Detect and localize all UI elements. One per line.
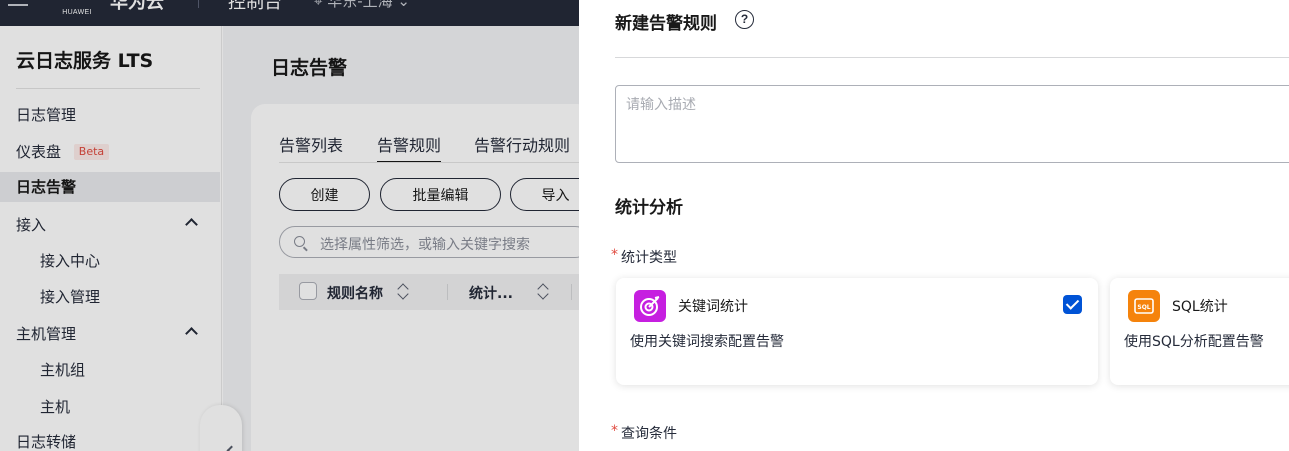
target-icon — [634, 290, 666, 322]
section-title-statistics: 统计分析 — [615, 198, 683, 218]
checked-checkbox[interactable] — [1063, 295, 1082, 314]
stat-type-label-text: 统计类型 — [621, 250, 677, 266]
option-description: 使用SQL分析配置告警 — [1124, 334, 1264, 350]
drawer-overlay[interactable] — [0, 0, 579, 451]
description-textarea[interactable]: 请输入描述 — [615, 85, 1289, 163]
option-description: 使用关键词搜索配置告警 — [630, 334, 784, 350]
query-condition-label-text: 查询条件 — [621, 426, 677, 442]
stat-type-label: * 统计类型 — [611, 247, 677, 267]
help-icon[interactable]: ? — [735, 10, 754, 29]
create-alarm-rule-drawer: 新建告警规则 ? 请输入描述 统计分析 * 统计类型 关键词统计 使用关键词搜索… — [579, 0, 1289, 451]
drawer-title: 新建告警规则 — [615, 14, 717, 34]
option-sql-stat[interactable]: SQL SQL统计 使用SQL分析配置告警 — [1110, 278, 1289, 385]
required-mark: * — [611, 423, 618, 439]
sql-icon: SQL — [1128, 290, 1160, 322]
required-mark: * — [611, 247, 618, 263]
option-title: SQL统计 — [1172, 299, 1228, 315]
option-title: 关键词统计 — [678, 299, 748, 315]
option-keyword-stat[interactable]: 关键词统计 使用关键词搜索配置告警 — [616, 278, 1098, 385]
description-placeholder: 请输入描述 — [626, 97, 696, 113]
drawer-divider — [615, 57, 1289, 58]
svg-text:SQL: SQL — [1137, 304, 1150, 311]
query-condition-label: * 查询条件 — [611, 423, 677, 443]
